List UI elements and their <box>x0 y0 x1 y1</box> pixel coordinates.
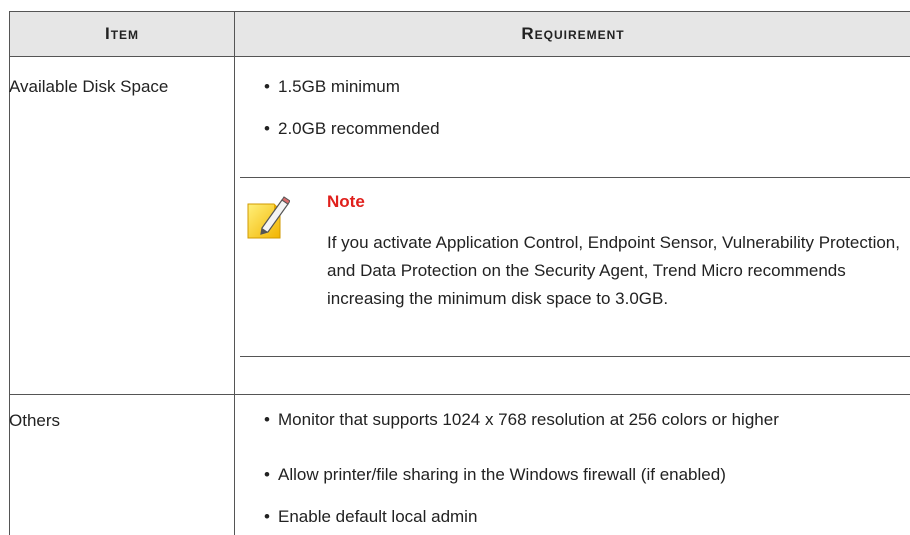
bullet-marker: • <box>264 410 270 429</box>
list-item-text: Allow printer/file sharing in the Window… <box>278 465 726 484</box>
list-item-text: 1.5GB minimum <box>278 77 400 96</box>
note-body: If you activate Application Control, End… <box>327 233 900 308</box>
column-header-item: Item <box>104 24 140 43</box>
list-item-text: 2.0GB recommended <box>278 119 440 138</box>
list-item-text: Enable default local admin <box>278 507 478 526</box>
note-title: Note <box>327 192 365 211</box>
note-top-rule <box>240 177 910 178</box>
column-divider <box>234 12 235 535</box>
bullet-marker: • <box>264 507 270 526</box>
bullet-marker: • <box>264 465 270 484</box>
note-bottom-rule <box>240 356 910 357</box>
bullet-marker: • <box>264 119 270 138</box>
column-header-requirement: Requirement <box>521 24 625 43</box>
table-header: Item Requirement <box>10 12 910 57</box>
list-item-text: Monitor that supports 1024 x 768 resolut… <box>278 410 779 429</box>
list-item: • 1.5GB minimum <box>264 75 884 99</box>
list-item: • Monitor that supports 1024 x 768 resolu… <box>264 409 884 431</box>
row-item-label: Available Disk Space <box>9 77 169 96</box>
bullet-marker: • <box>264 77 270 96</box>
list-item: • 2.0GB recommended <box>264 117 884 141</box>
list-item: • Allow printer/file sharing in the Windo… <box>264 463 884 487</box>
row-divider <box>10 394 910 395</box>
row-item-label: Others <box>9 411 61 430</box>
list-item: • Enable default local admin <box>264 505 884 529</box>
note-pencil-icon <box>246 194 291 242</box>
